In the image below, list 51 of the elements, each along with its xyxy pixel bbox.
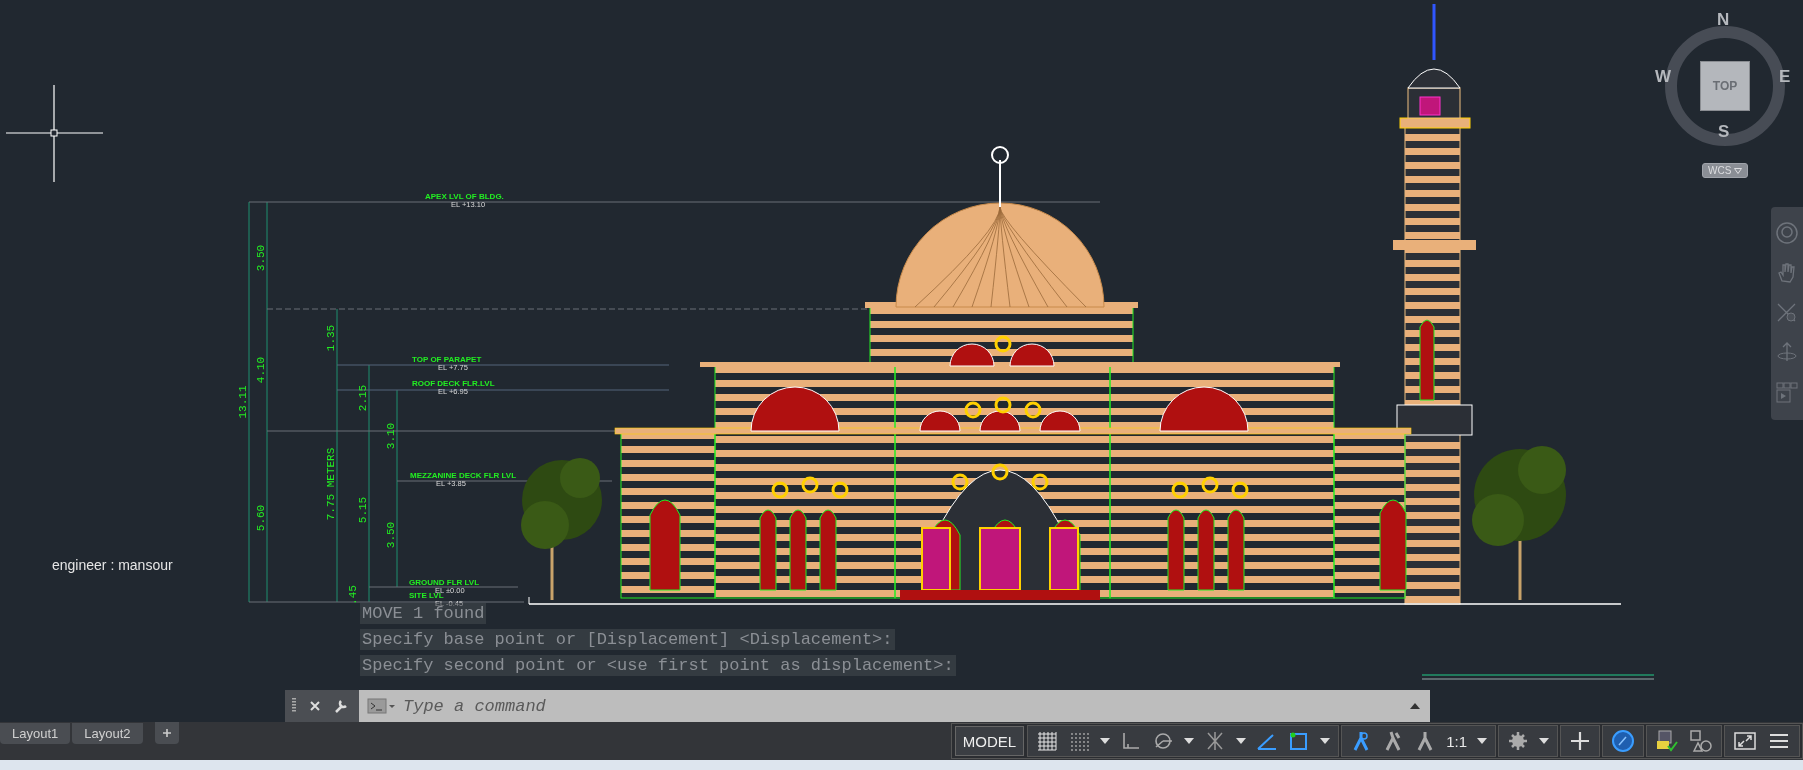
dimension-text: 5.60 — [255, 504, 267, 532]
snap-dots-icon[interactable] — [1068, 730, 1091, 752]
hardware-acceleration-icon[interactable] — [1611, 729, 1635, 753]
add-layout-button[interactable] — [154, 722, 179, 744]
command-input-field[interactable]: Type a command — [359, 690, 1430, 722]
level-label: ROOF DECK FLR.LVL — [412, 379, 495, 388]
dimension-text: 4.10 — [255, 356, 267, 384]
settings-icon[interactable] — [1507, 730, 1529, 752]
fullscreen-icon[interactable] — [1733, 729, 1757, 753]
grip-icon[interactable] — [291, 697, 297, 715]
dimension-text: 1.35 — [325, 324, 337, 352]
expand-caret-icon[interactable] — [1410, 702, 1420, 710]
compass-east[interactable]: E — [1779, 67, 1791, 87]
command-line-handle[interactable] — [285, 690, 359, 722]
dropdown-caret-icon[interactable] — [1100, 738, 1111, 744]
layout-tab[interactable]: Layout1 — [0, 722, 71, 744]
plus-icon — [161, 728, 172, 738]
dimension-text: 3.50 — [255, 244, 267, 272]
compass-north[interactable]: N — [1717, 10, 1730, 30]
compass-south[interactable]: S — [1718, 122, 1730, 142]
polar-icon[interactable] — [1152, 730, 1175, 752]
dimension-text: 2.15 — [357, 384, 369, 412]
isolate-objects-icon[interactable] — [1655, 729, 1679, 753]
wrench-icon[interactable] — [333, 698, 349, 714]
dimension-text: .45 — [347, 585, 359, 605]
caret-icon — [1734, 168, 1743, 174]
close-icon[interactable] — [309, 700, 321, 712]
layout-tab[interactable]: Layout2 — [72, 722, 143, 744]
dropdown-caret-icon[interactable] — [1236, 738, 1247, 744]
compass-west[interactable]: W — [1655, 67, 1672, 87]
engineer-note: engineer : mansour — [52, 557, 173, 573]
dimension-text: 7.75 METERS — [325, 447, 337, 521]
grid-icon[interactable] — [1036, 730, 1059, 752]
shapes-icon[interactable] — [1689, 729, 1713, 753]
level-label: TOP OF PARAPET — [412, 355, 482, 364]
level-label: GROUND FLR LVL — [409, 578, 480, 587]
dropdown-caret-icon[interactable] — [1539, 738, 1549, 744]
annotation-scale-dropdown[interactable]: 1:1 — [1446, 732, 1467, 750]
dropdown-caret-icon[interactable] — [1184, 738, 1195, 744]
plus-icon[interactable] — [1569, 730, 1591, 752]
crosshair-cursor-icon — [5, 84, 104, 183]
dropdown-caret-icon[interactable] — [1320, 738, 1331, 744]
prompt-icon[interactable] — [367, 697, 397, 715]
level-label: MEZZANINE DECK FLR LVL — [410, 471, 517, 480]
dimension-text: 3.10 — [385, 422, 397, 450]
level-label: APEX LVL OF BLDG. — [425, 192, 504, 201]
model-space-button[interactable]: MODEL — [954, 726, 1025, 756]
dimension-text: 13.11 — [237, 385, 249, 419]
dimension-text: 3.50 — [385, 521, 397, 549]
dimension-text: 5.15 — [357, 496, 369, 524]
dropdown-caret-icon[interactable] — [1477, 738, 1487, 744]
